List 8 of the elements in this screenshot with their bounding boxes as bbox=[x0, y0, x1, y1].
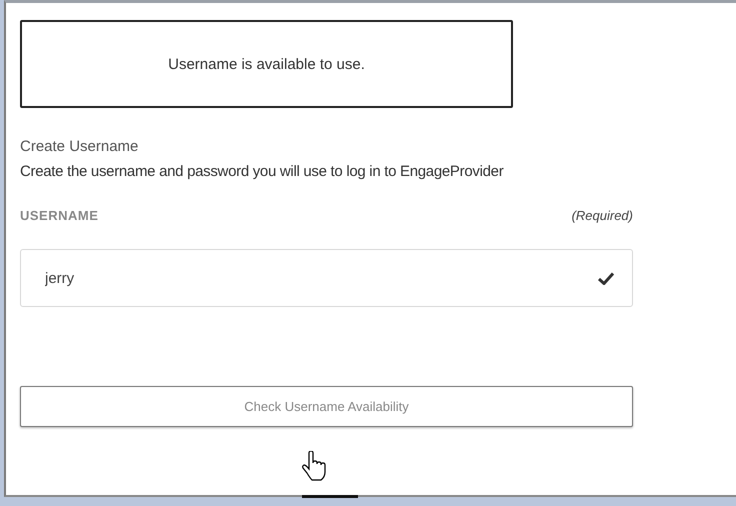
alert-message: Username is available to use. bbox=[20, 20, 513, 108]
section-title: Create Username bbox=[20, 138, 140, 155]
section-description: Create the username and password you will use to log in to EngageProvider bbox=[20, 163, 504, 180]
username-field[interactable]: jerry bbox=[20, 249, 633, 307]
hand-cursor-icon bbox=[302, 451, 326, 481]
field-label: USERNAME bbox=[20, 208, 98, 223]
required-note: (Required) bbox=[572, 208, 633, 223]
check-availability-button[interactable]: Check Username Availability bbox=[20, 386, 633, 427]
